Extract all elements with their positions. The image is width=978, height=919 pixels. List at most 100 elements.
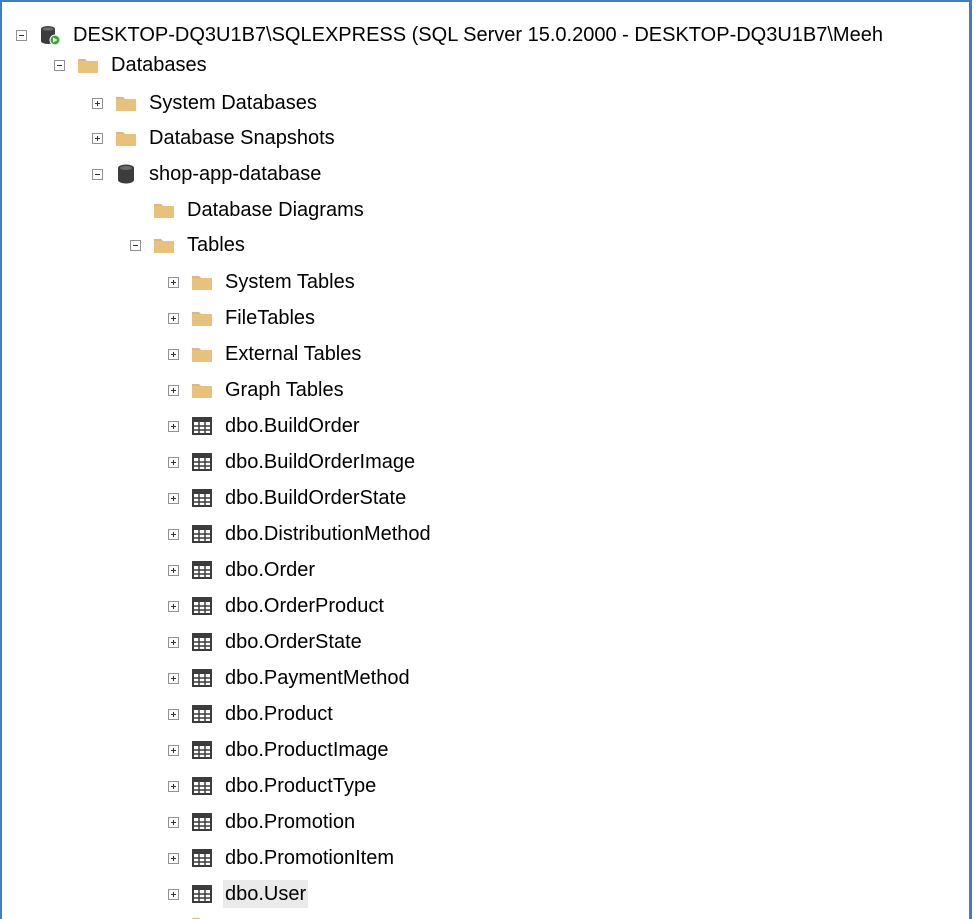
- tree-node-table[interactable]: dbo.OrderProduct: [168, 589, 386, 623]
- tree-node-external-tables[interactable]: External Tables: [168, 337, 363, 371]
- expand-toggle[interactable]: [168, 492, 179, 504]
- tree-node-label: External Tables: [225, 343, 362, 365]
- tree-node-table[interactable]: dbo.Product: [168, 697, 335, 731]
- tree-node-table-selected[interactable]: dbo.User: [168, 877, 309, 911]
- tree-node-table[interactable]: dbo.BuildOrderImage: [168, 445, 417, 479]
- expand-toggle[interactable]: [92, 132, 103, 144]
- expand-toggle[interactable]: [168, 384, 179, 396]
- table-icon: [191, 883, 213, 905]
- collapse-toggle[interactable]: [16, 29, 27, 41]
- object-explorer-tree: DESKTOP-DQ3U1B7\SQLEXPRESS (SQL Server 1…: [0, 0, 972, 919]
- tree-node-database-snapshots[interactable]: Database Snapshots: [92, 121, 337, 155]
- folder-icon: [115, 127, 137, 149]
- expand-toggle[interactable]: [168, 564, 179, 576]
- expand-toggle[interactable]: [168, 636, 179, 648]
- table-icon: [191, 487, 213, 509]
- tree-node-label: DESKTOP-DQ3U1B7\SQLEXPRESS (SQL Server 1…: [73, 24, 883, 46]
- tree-node-label: dbo.BuildOrder: [225, 415, 360, 437]
- folder-icon: [153, 199, 175, 221]
- expand-toggle[interactable]: [168, 456, 179, 468]
- tree-node-label: dbo.OrderState: [225, 631, 362, 653]
- tree-node-database[interactable]: shop-app-database: [92, 157, 323, 191]
- tree-node-graph-tables[interactable]: Graph Tables: [168, 373, 346, 407]
- expand-toggle[interactable]: [168, 708, 179, 720]
- tree-node-label: dbo.Promotion: [225, 811, 356, 833]
- table-icon: [191, 811, 213, 833]
- expand-toggle[interactable]: [168, 672, 179, 684]
- tree-node-table[interactable]: dbo.PromotionItem: [168, 841, 396, 875]
- tree-node-table[interactable]: dbo.BuildOrder: [168, 409, 362, 443]
- tree-node-label: System Databases: [149, 92, 317, 114]
- table-icon: [191, 703, 213, 725]
- expand-toggle[interactable]: [168, 276, 179, 288]
- tree-node-label: FileTables: [225, 307, 316, 329]
- server-connected-icon: [39, 24, 61, 46]
- tree-node-table[interactable]: dbo.BuildOrderState: [168, 481, 408, 515]
- collapse-toggle[interactable]: [92, 168, 103, 180]
- expand-toggle[interactable]: [168, 348, 179, 360]
- tree-node-filetables[interactable]: FileTables: [168, 301, 317, 335]
- table-icon: [191, 775, 213, 797]
- folder-icon: [191, 343, 213, 365]
- tree-node-label: dbo.PaymentMethod: [225, 667, 410, 689]
- tree-node-label: dbo.User: [223, 880, 309, 908]
- tree-node-table[interactable]: dbo.OrderState: [168, 625, 364, 659]
- expand-toggle[interactable]: [168, 600, 179, 612]
- folder-icon: [191, 379, 213, 401]
- tree-node-label: dbo.BuildOrderState: [225, 487, 407, 509]
- tree-node-label: shop-app-database: [149, 163, 322, 185]
- expand-toggle[interactable]: [168, 528, 179, 540]
- tree-node-clipped: [168, 913, 223, 919]
- tree-node-label: dbo.OrderProduct: [225, 595, 384, 617]
- expand-toggle[interactable]: [168, 816, 179, 828]
- tree-node-databases[interactable]: Databases: [54, 48, 209, 82]
- tree-node-tables[interactable]: Tables: [130, 228, 247, 262]
- tree-node-label: dbo.ProductType: [225, 775, 377, 797]
- tree-node-table[interactable]: dbo.Promotion: [168, 805, 357, 839]
- collapse-toggle[interactable]: [130, 239, 141, 251]
- expand-toggle[interactable]: [168, 852, 179, 864]
- tree-node-label: dbo.PromotionItem: [225, 847, 394, 869]
- table-icon: [191, 451, 213, 473]
- tree-node-label: Database Snapshots: [149, 127, 335, 149]
- tree-node-label: Database Diagrams: [187, 199, 364, 221]
- table-icon: [191, 595, 213, 617]
- tree-node-label: dbo.Order: [225, 559, 316, 581]
- tree-node-server[interactable]: DESKTOP-DQ3U1B7\SQLEXPRESS (SQL Server 1…: [16, 18, 885, 52]
- table-icon: [191, 847, 213, 869]
- tree-node-label: dbo.BuildOrderImage: [225, 451, 416, 473]
- folder-icon: [191, 913, 213, 919]
- table-icon: [191, 739, 213, 761]
- tree-node-table[interactable]: dbo.DistributionMethod: [168, 517, 433, 551]
- tree-node-label: System Tables: [225, 271, 355, 293]
- folder-icon: [191, 271, 213, 293]
- tree-node-label: dbo.Product: [225, 703, 333, 725]
- tree-node-system-databases[interactable]: System Databases: [92, 86, 319, 120]
- expand-toggle[interactable]: [168, 780, 179, 792]
- tree-node-label: Databases: [111, 54, 207, 76]
- folder-icon: [191, 307, 213, 329]
- tree-node-table[interactable]: dbo.Order: [168, 553, 317, 587]
- database-icon: [115, 163, 137, 185]
- table-icon: [191, 559, 213, 581]
- expand-toggle[interactable]: [168, 420, 179, 432]
- tree-node-database-diagrams[interactable]: Database Diagrams: [130, 193, 366, 227]
- tree-node-label: Graph Tables: [225, 379, 344, 401]
- folder-icon: [115, 92, 137, 114]
- tree-node-table[interactable]: dbo.ProductType: [168, 769, 378, 803]
- table-icon: [191, 667, 213, 689]
- tree-node-table[interactable]: dbo.ProductImage: [168, 733, 390, 767]
- expand-toggle[interactable]: [168, 312, 179, 324]
- tree-node-table[interactable]: dbo.PaymentMethod: [168, 661, 412, 695]
- tree-node-label: Tables: [187, 234, 245, 256]
- table-icon: [191, 415, 213, 437]
- folder-icon: [77, 54, 99, 76]
- table-icon: [191, 631, 213, 653]
- collapse-toggle[interactable]: [54, 59, 65, 71]
- tree-node-label: dbo.DistributionMethod: [225, 523, 431, 545]
- expand-toggle[interactable]: [92, 97, 103, 109]
- folder-icon: [153, 234, 175, 256]
- tree-node-system-tables[interactable]: System Tables: [168, 265, 357, 299]
- expand-toggle[interactable]: [168, 888, 179, 900]
- expand-toggle[interactable]: [168, 744, 179, 756]
